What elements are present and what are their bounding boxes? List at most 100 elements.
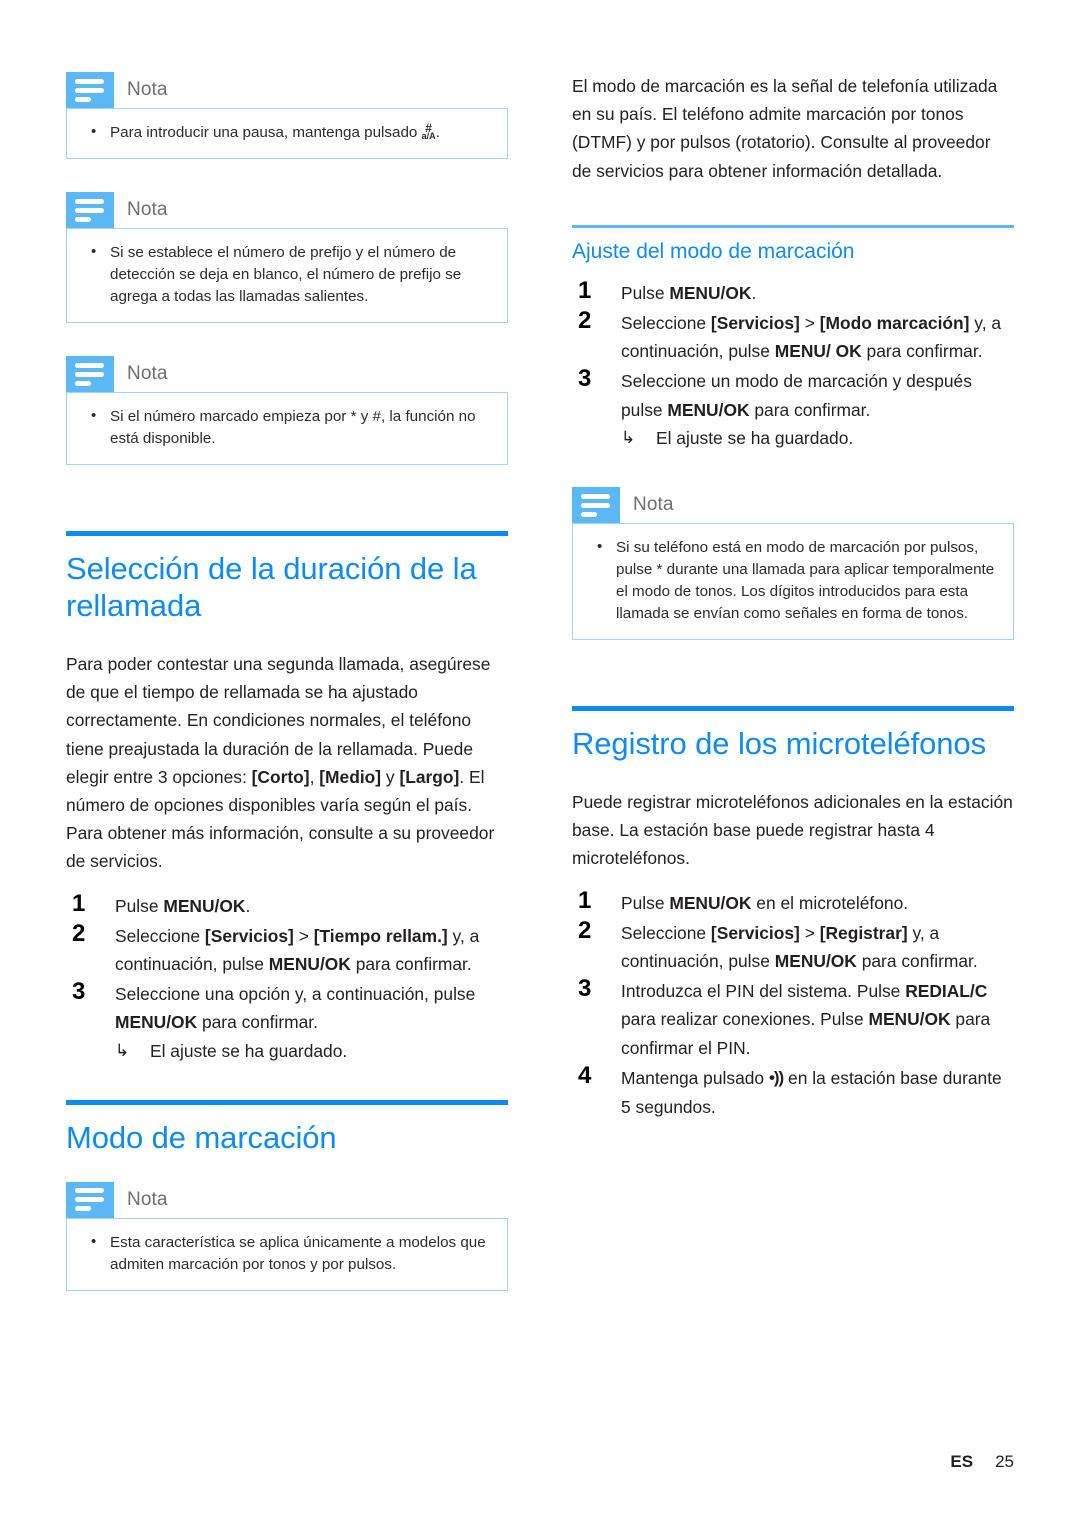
key-menu-ok: MENU/OK xyxy=(667,399,750,420)
section-heading-dial-mode: Modo de marcación xyxy=(66,1119,337,1155)
key-menu-ok: MENU/OK xyxy=(163,895,246,916)
step-text: Pulse xyxy=(621,892,670,913)
note-body: Si se establece el número de prefijo y e… xyxy=(66,228,508,323)
key-menu-ok: MENU/OK xyxy=(774,951,857,972)
note-body: Si su teléfono está en modo de marcación… xyxy=(572,523,1014,641)
step-text-tail: en el microteléfono. xyxy=(751,892,909,913)
section-rule xyxy=(572,706,1014,712)
footer-language-code: ES xyxy=(950,1452,974,1471)
step-text-tail: para confirmar. xyxy=(861,341,983,362)
step-result: ↳ El ajuste se ha guardado. xyxy=(621,424,1014,452)
menu-modo-marcacion: [Modo marcación] xyxy=(819,313,970,334)
step-text-2: para realizar conexiones. Pulse xyxy=(621,1009,869,1030)
note-box-prefix: Nota Si se establece el número de prefij… xyxy=(66,192,508,323)
step-separator: > xyxy=(799,313,820,334)
note-header: Nota xyxy=(66,192,508,228)
key-redial-c: REDIAL/C xyxy=(905,981,988,1002)
note-title: Nota xyxy=(127,363,168,384)
step-item: 3 Seleccione un modo de marcación y despu… xyxy=(572,365,1014,452)
option-corto: [Corto] xyxy=(251,766,310,787)
option-largo: [Largo] xyxy=(399,766,460,787)
option-medio: [Medio] xyxy=(319,766,382,787)
key-menu-ok: MENU/OK xyxy=(669,282,752,303)
step-number: 2 xyxy=(72,919,86,947)
step-text: Mantenga pulsado xyxy=(621,1067,769,1088)
result-arrow-icon: ↳ xyxy=(621,427,636,447)
steps-dial-mode: 1 Pulse MENU/OK. 2 Seleccione [Servicios] … xyxy=(572,276,1014,452)
note-list-item: Esta característica se aplica únicamente… xyxy=(83,1231,491,1276)
hash-glyph-bottom: a/A xyxy=(421,131,436,141)
intro-paragraph-dial-mode: El modo de marcación es la señal de tele… xyxy=(572,76,998,181)
left-column: Nota Para introducir una pausa, mantenga… xyxy=(66,72,508,1324)
step-number: 3 xyxy=(72,978,86,1006)
step-number: 4 xyxy=(578,1061,592,1089)
note-icon xyxy=(572,487,620,524)
step-number: 3 xyxy=(578,975,592,1003)
steps-register-handsets: 1 Pulse MENU/OK en el microteléfono. 2 Sel… xyxy=(572,887,1014,1122)
menu-servicios: [Servicios] xyxy=(204,925,294,946)
menu-tiempo-rellam: [Tiempo rellam.] xyxy=(313,925,448,946)
note-title: Nota xyxy=(127,1188,168,1210)
note-text: Para introducir una pausa, mantenga puls… xyxy=(110,124,422,141)
note-title: Nota xyxy=(633,494,674,516)
section-heading-register-handsets: Registro de los microteléfonos xyxy=(572,726,986,762)
note-header: Nota xyxy=(66,1181,508,1218)
step-text: Seleccione xyxy=(621,922,711,943)
key-menu-ok: MENU/OK xyxy=(115,1012,198,1033)
page-footer: ES 25 xyxy=(0,1452,1014,1472)
step-item: 3 Introduzca el PIN del sistema. Pulse RE… xyxy=(572,975,1014,1062)
paging-signal-icon: •)) xyxy=(768,1067,784,1087)
note-box-dial-mode: Nota Esta característica se aplica única… xyxy=(66,1181,508,1291)
note-title: Nota xyxy=(127,199,168,220)
step-item: 1 Pulse MENU/OK. xyxy=(66,889,508,920)
step-text: Pulse xyxy=(115,895,164,916)
note-text-tail: . xyxy=(435,124,440,141)
step-text: Seleccione xyxy=(621,313,711,334)
step-item: 1 Pulse MENU/OK en el microteléfono. xyxy=(572,887,1014,917)
key-menu-ok: MENU/OK xyxy=(268,954,351,975)
steps-redial-duration: 1 Pulse MENU/OK. 2 Seleccione [Servicios] … xyxy=(66,889,508,1065)
step-text: Seleccione una opción y, a continuación,… xyxy=(115,984,476,1005)
note-title: Nota xyxy=(127,79,168,100)
key-menu-ok: MENU/OK xyxy=(868,1009,951,1030)
step-item: 4 Mantenga pulsado •)) en la estación bas… xyxy=(572,1061,1014,1121)
section-heading-redial-duration: Selección de la duración de la rellamada xyxy=(66,551,477,623)
result-text: El ajuste se ha guardado. xyxy=(656,427,854,448)
note-list-item: Si su teléfono está en modo de marcación… xyxy=(589,536,997,625)
note-body: Para introducir una pausa, mantenga puls… xyxy=(66,108,508,159)
intro-paragraph-register: Puede registrar microteléfonos adicional… xyxy=(572,792,1013,869)
result-text: El ajuste se ha guardado. xyxy=(150,1040,348,1061)
manual-page: Nota Para introducir una pausa, mantenga… xyxy=(0,0,1080,1527)
step-text-tail: para confirmar. xyxy=(856,951,978,972)
step-item: 2 Seleccione [Servicios] > [Tiempo rellam… xyxy=(66,919,508,978)
note-header: Nota xyxy=(572,487,1014,524)
step-separator: > xyxy=(293,925,314,946)
note-icon xyxy=(66,356,114,392)
step-text-tail: . xyxy=(245,895,251,916)
subsection-heading-dial-mode-setting: Ajuste del modo de marcación xyxy=(572,239,855,263)
sep-2: y xyxy=(381,766,400,787)
step-number: 1 xyxy=(72,889,86,917)
note-icon xyxy=(66,72,114,108)
note-header: Nota xyxy=(66,72,508,108)
step-item: 1 Pulse MENU/OK. xyxy=(572,276,1014,307)
menu-servicios: [Servicios] xyxy=(710,922,800,943)
right-column: El modo de marcación es la señal de tele… xyxy=(572,72,1014,1123)
step-text-tail: . xyxy=(751,282,757,303)
note-body: Esta característica se aplica únicamente… xyxy=(66,1217,508,1291)
step-number: 2 xyxy=(578,916,592,944)
note-header: Nota xyxy=(66,356,508,392)
intro-paragraph-redial: Para poder contestar una segunda llamada… xyxy=(66,650,508,876)
note-box-pause: Nota Para introducir una pausa, mantenga… xyxy=(66,72,508,159)
section-rule xyxy=(66,531,508,536)
section-rule xyxy=(66,1099,508,1105)
result-arrow-icon: ↳ xyxy=(115,1040,130,1060)
note-body: Si el número marcado empieza por * y #, … xyxy=(66,392,508,465)
step-number: 2 xyxy=(578,307,592,335)
step-result: ↳ El ajuste se ha guardado. xyxy=(115,1037,508,1065)
step-item: 2 Seleccione [Servicios] > [Registrar] y,… xyxy=(572,916,1014,975)
note-icon xyxy=(66,1181,114,1218)
step-number: 1 xyxy=(578,276,592,304)
step-item: 2 Seleccione [Servicios] > [Modo marcació… xyxy=(572,307,1014,365)
key-menu-ok: MENU/OK xyxy=(669,892,752,913)
